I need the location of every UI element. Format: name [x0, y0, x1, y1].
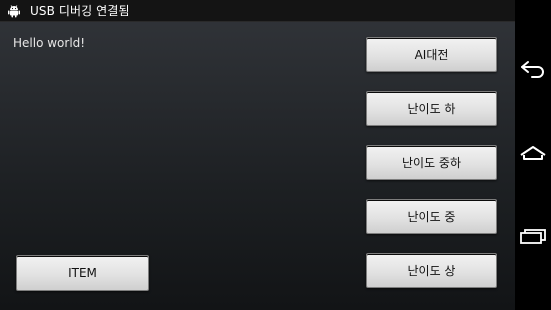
android-icon	[7, 4, 21, 18]
app-screen: USB 디버깅 연결됨 Hello world! AI대전 난이도 하 난이도 …	[0, 0, 515, 310]
status-bar: USB 디버깅 연결됨	[0, 0, 515, 22]
recent-apps-icon	[519, 226, 547, 250]
back-button[interactable]	[517, 55, 549, 87]
back-icon	[519, 59, 547, 83]
difficulty-easy-button[interactable]: 난이도 하	[366, 91, 497, 126]
difficulty-medium-button[interactable]: 난이도 중	[366, 199, 497, 234]
home-button[interactable]	[517, 140, 549, 172]
item-button[interactable]: ITEM	[16, 255, 149, 291]
hello-text: Hello world!	[13, 36, 86, 50]
navigation-bar	[515, 0, 551, 310]
ai-battle-button[interactable]: AI대전	[366, 37, 497, 72]
difficulty-medium-easy-button[interactable]: 난이도 중하	[366, 145, 497, 180]
difficulty-hard-button[interactable]: 난이도 상	[366, 253, 497, 288]
status-bar-title: USB 디버깅 연결됨	[30, 4, 130, 18]
recent-apps-button[interactable]	[517, 222, 549, 254]
home-icon	[519, 144, 547, 168]
